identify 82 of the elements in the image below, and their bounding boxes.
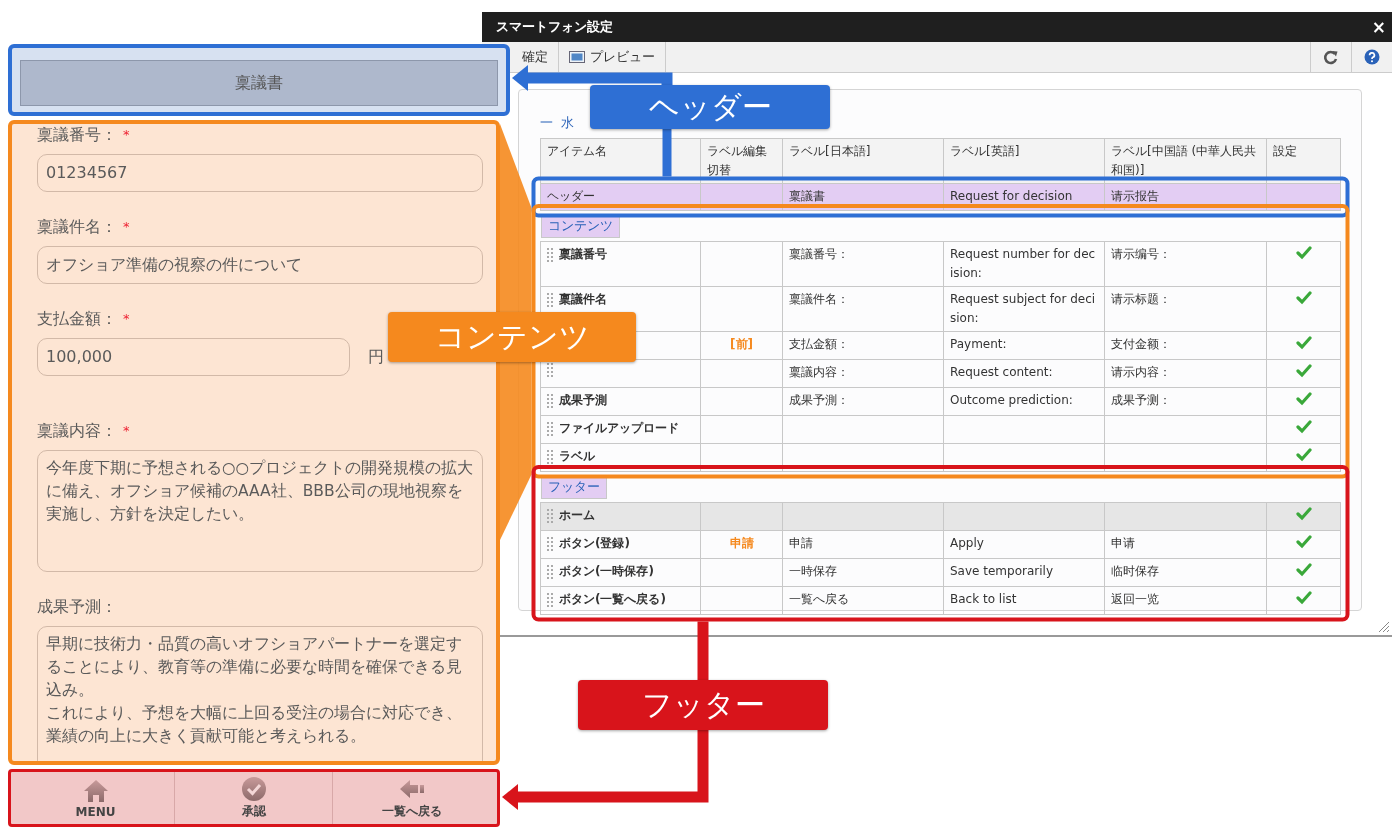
- table-cell: 申請: [782, 530, 944, 559]
- table-cell: 支付金额：: [1104, 331, 1267, 360]
- refresh-icon: [1323, 49, 1339, 65]
- table-cell: Request content:: [943, 359, 1105, 388]
- item-name: ボタン(登録): [559, 535, 630, 552]
- table-cell: 申請: [700, 530, 783, 559]
- callout-label: フッター: [578, 680, 828, 730]
- item-name: ホーム: [559, 507, 595, 524]
- table-cell: Save temporarily: [943, 558, 1105, 587]
- window-title: スマートフォン設定: [496, 18, 613, 36]
- close-button[interactable]: ×: [1371, 17, 1386, 37]
- table-cell: 稟議内容：: [782, 359, 944, 388]
- field-label: 稟議件名：: [37, 216, 117, 238]
- text-area[interactable]: 今年度下期に予想される○○プロジェクトの開発規模の拡大に備え、オフショア候補のAAA社、BBB公司の現地視察を実施し、方針を決定したい。: [37, 450, 483, 572]
- required-mark: *: [123, 422, 130, 440]
- footer-button[interactable]: 承認: [175, 772, 333, 824]
- unit-label: 円: [368, 346, 384, 368]
- drag-handle-icon: [547, 421, 553, 436]
- drag-handle-icon: [547, 393, 553, 408]
- field-label: 稟議番号：: [37, 124, 117, 146]
- table-cell: Back to list: [943, 586, 1105, 615]
- field-label: 稟議内容：: [37, 420, 117, 442]
- item-name: ファイルアップロード: [559, 420, 679, 437]
- column-header: ラベル[中国語 (中華人民共和国)]: [1104, 138, 1267, 184]
- connector-line: [662, 129, 672, 177]
- column-header: ラベル[英語]: [943, 138, 1105, 184]
- table-cell: 请示编号：: [1104, 241, 1267, 287]
- drag-handle-icon: [547, 247, 553, 262]
- required-mark: *: [123, 310, 130, 328]
- item-name: 稟議件名: [559, 291, 607, 308]
- table-cell: [前]: [700, 331, 783, 360]
- input-field[interactable]: 100,000: [37, 338, 350, 376]
- field-label: 支払金額：: [37, 308, 117, 330]
- table-cell: 请示标题：: [1104, 286, 1267, 332]
- item-name: 稟議番号: [559, 246, 607, 263]
- required-mark: *: [123, 126, 130, 144]
- item-name: ボタン(一覧へ戻る): [559, 591, 666, 608]
- table-cell: Outcome prediction:: [943, 387, 1105, 416]
- table-cell: 临时保存: [1104, 558, 1267, 587]
- field-label: 成果予測：: [37, 596, 117, 618]
- table-cell: Apply: [943, 530, 1105, 559]
- image-icon: [569, 50, 585, 64]
- column-header: ラベル[日本語]: [782, 138, 944, 184]
- callout-label: ヘッダー: [590, 85, 830, 129]
- check-circle-icon: [240, 776, 267, 802]
- item-name: ボタン(一時保存): [559, 563, 654, 580]
- table-cell: 稟議番号：: [782, 241, 944, 287]
- home-icon: [82, 777, 109, 804]
- table-cell: 成果予测：: [1104, 387, 1267, 416]
- drag-handle-icon: [547, 536, 553, 551]
- item-name: ラベル: [559, 448, 595, 465]
- table-cell: 支払金額：: [782, 331, 944, 360]
- callout-label: コンテンツ: [388, 312, 636, 362]
- table-cell: 一覧へ戻る: [782, 586, 944, 615]
- table-cell: Request subject for decision:: [943, 286, 1105, 332]
- toolbar-button[interactable]: プレビュー: [559, 42, 666, 72]
- drag-handle-icon: [547, 564, 553, 579]
- resize-grip-icon: [1378, 621, 1390, 633]
- table-cell: 一時保存: [782, 558, 944, 587]
- table-cell: Payment:: [943, 331, 1105, 360]
- required-mark: *: [123, 218, 130, 236]
- drag-handle-icon: [547, 592, 553, 607]
- item-name: 成果予測: [559, 392, 607, 409]
- table-cell: Request number for decision:: [943, 241, 1105, 287]
- table-cell: 申请: [1104, 530, 1267, 559]
- drag-handle-icon: [547, 363, 553, 377]
- drag-handle-icon: [547, 449, 553, 464]
- footer-button[interactable]: MENU: [17, 772, 175, 824]
- drag-handle-icon: [547, 508, 553, 523]
- text-area[interactable]: 早期に技術力・品質の高いオフショアパートナーを選定することにより、教育等の準備に必要な時間を確保できる見込み。 これにより、予想を大幅に上回る受注の場合に対応でき、業績の向上に大きく貢献可能と考えられる。: [37, 626, 483, 761]
- input-field[interactable]: 01234567: [37, 154, 483, 192]
- help-icon: [1364, 49, 1380, 65]
- table-cell: 请示内容：: [1104, 359, 1267, 388]
- table-cell: 返回一览: [1104, 586, 1267, 615]
- section-title: 水: [561, 114, 574, 132]
- drag-handle-icon: [547, 292, 553, 307]
- header-title: 稟議書: [20, 60, 498, 106]
- table-cell: 成果予測：: [782, 387, 944, 416]
- input-field[interactable]: オフショア準備の視察の件について: [37, 246, 483, 284]
- collapse-toggle[interactable]: 一: [540, 114, 553, 132]
- footer-button[interactable]: 一覧へ戻る: [333, 772, 491, 824]
- table-cell: 稟議件名：: [782, 286, 944, 332]
